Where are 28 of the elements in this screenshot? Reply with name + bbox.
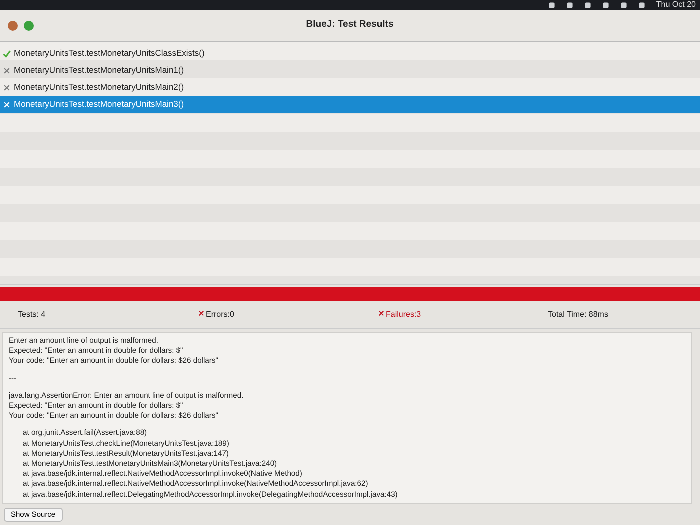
test-name: MonetaryUnitsTest.testMonetaryUnitsMain1() — [14, 64, 184, 77]
cross-icon — [3, 100, 11, 108]
status-icon — [566, 2, 574, 8]
errors-count: Errors:0 — [206, 310, 234, 319]
test-result-row[interactable]: MonetaryUnitsTest.testMonetaryUnitsMain2() — [0, 79, 700, 96]
cross-icon — [198, 310, 205, 317]
status-icon — [638, 2, 646, 8]
cross-icon — [378, 310, 385, 317]
tests-count: Tests: 4 — [18, 309, 47, 321]
test-name: MonetaryUnitsTest.testMonetaryUnitsMain3() — [14, 98, 184, 111]
menu-bar-clock: Thu Oct 20 — [656, 0, 696, 10]
test-result-row[interactable]: MonetaryUnitsTest.testMonetaryUnitsMain3() — [0, 96, 700, 113]
status-icon — [620, 2, 628, 8]
window-title: BlueJ: Test Results — [306, 19, 394, 30]
status-icon — [602, 2, 610, 8]
close-window-button[interactable] — [8, 20, 18, 30]
status-icon — [584, 2, 592, 8]
zoom-window-button[interactable] — [24, 20, 34, 30]
failures-count: Failures:3 — [386, 310, 422, 319]
test-result-row[interactable]: MonetaryUnitsTest.testMonetaryUnitsMain1() — [0, 62, 700, 79]
test-name: MonetaryUnitsTest.testMonetaryUnitsClassExists() — [14, 47, 205, 60]
cross-icon — [3, 84, 11, 92]
total-time: Total Time: 88ms — [548, 309, 610, 321]
test-name: MonetaryUnitsTest.testMonetaryUnitsMain2() — [14, 81, 184, 94]
status-icon — [548, 2, 556, 8]
cross-icon — [3, 66, 11, 74]
test-result-row[interactable]: MonetaryUnitsTest.testMonetaryUnitsClassExists() — [0, 45, 700, 62]
check-icon — [3, 50, 11, 58]
